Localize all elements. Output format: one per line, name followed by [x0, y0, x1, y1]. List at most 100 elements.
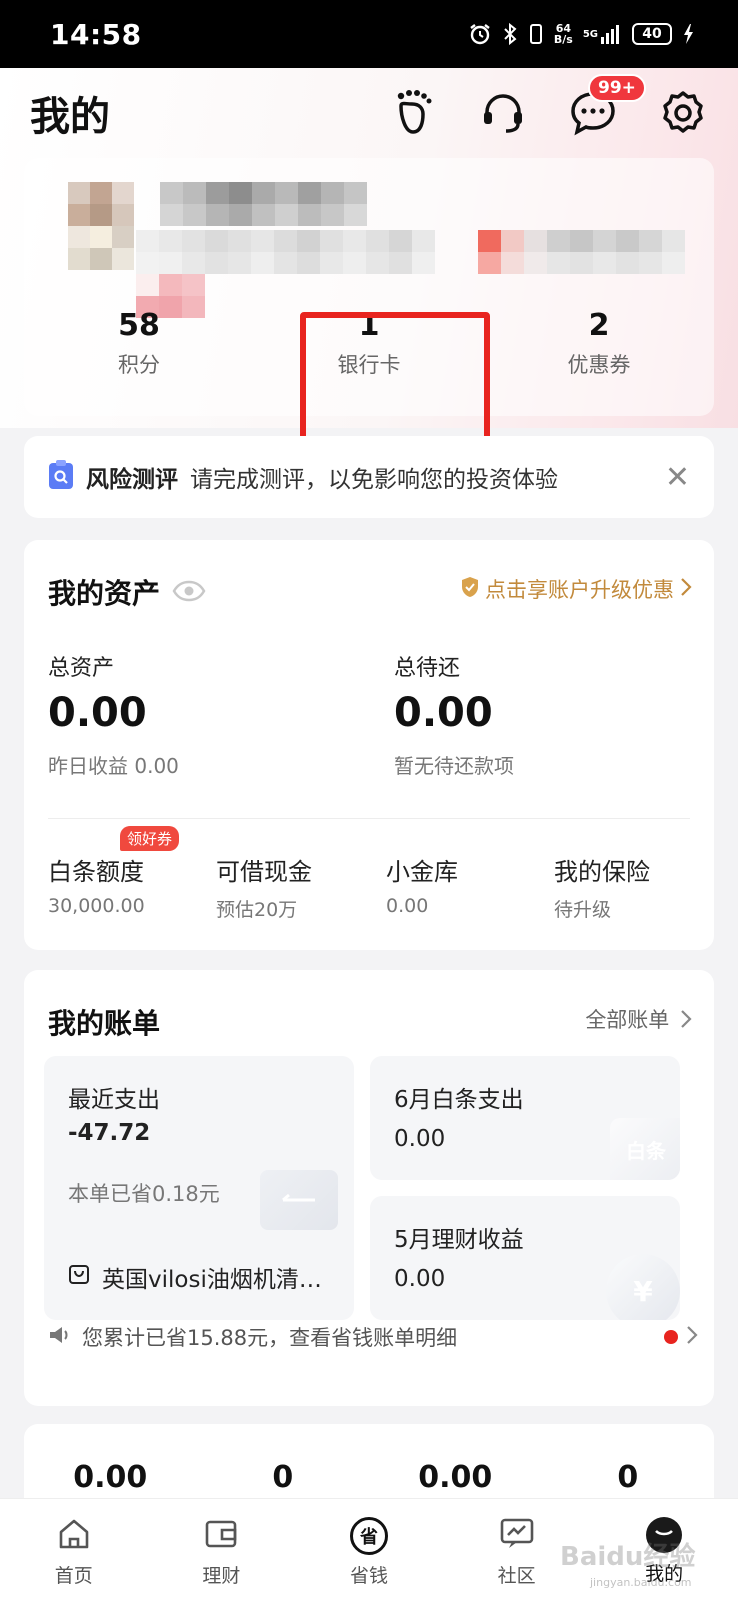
baitiao-watermark: 白条	[610, 1118, 680, 1180]
recent-expense-label: 最近支出	[68, 1087, 160, 1113]
signal-icon: 5G	[583, 23, 622, 45]
my-bills-card: 我的账单 全部账单 最近支出 -47.72 本单已省0.18元 英国vilosi…	[24, 970, 714, 1406]
savings-summary-row[interactable]: 您累计已省15.88元，查看省钱账单明细	[48, 1322, 698, 1352]
points-label: 积分	[118, 353, 160, 377]
nav-finance[interactable]: 理财	[148, 1499, 296, 1600]
coupon-stat[interactable]: 2 优惠券	[484, 308, 714, 379]
annotation-highlight-box	[300, 312, 490, 446]
upgrade-offer-link[interactable]: 点击享账户升级优惠	[461, 574, 692, 604]
summary-value[interactable]: 0	[542, 1460, 715, 1495]
quick-sub: 30,000.00	[48, 895, 145, 917]
save-money-icon: 省	[349, 1517, 388, 1555]
customer-service-icon[interactable]	[478, 88, 528, 138]
quick-label: 小金库	[386, 858, 458, 886]
footprint-icon[interactable]	[388, 88, 438, 138]
eye-icon[interactable]	[172, 576, 206, 609]
recent-saved: 本单已省0.18元	[68, 1182, 220, 1206]
net-speed-unit: B/s	[553, 33, 573, 46]
nav-label: 首页	[54, 1565, 93, 1587]
due-note: 暂无待还款项	[394, 754, 514, 778]
savings-summary-text: 您累计已省15.88元，查看省钱账单明细	[82, 1326, 458, 1350]
bills-title: 我的账单	[48, 1007, 161, 1040]
my-insurance[interactable]: 我的保险 待升级	[554, 852, 650, 922]
risk-assessment-banner[interactable]: 风险测评 请完成测评，以免影响您的投资体验 ✕	[24, 436, 714, 518]
quick-sub: 预估20万	[216, 899, 298, 921]
baitiao-credit[interactable]: 白条额度 30,000.00	[48, 852, 145, 917]
charging-icon	[682, 23, 694, 45]
shopping-bag-icon	[68, 1263, 90, 1291]
community-icon	[499, 1517, 535, 1555]
total-assets-label: 总资产	[48, 656, 115, 681]
home-icon	[57, 1517, 91, 1555]
chevron-right-icon	[686, 1325, 698, 1350]
assets-title: 我的资产	[48, 577, 161, 610]
nav-home[interactable]: 首页	[0, 1499, 148, 1600]
quick-label: 白条额度	[48, 858, 144, 886]
coupon-label: 优惠券	[567, 353, 631, 377]
member-badge-blurred	[478, 230, 685, 274]
signal-label: 5G	[582, 28, 598, 40]
borrow-cash[interactable]: 可借现金 预估20万	[216, 852, 312, 922]
coupon-tag[interactable]: 领好券	[120, 826, 180, 851]
status-icons: 64 B/s 5G 40	[468, 22, 694, 46]
total-due-value: 0.00	[394, 690, 493, 736]
my-assets-card: 我的资产 点击享账户升级优惠 总资产 0.00 昨日收益 0.00 总待还 0.…	[24, 540, 714, 950]
total-assets-value: 0.00	[48, 690, 147, 736]
all-bills-text: 全部账单	[585, 1008, 670, 1032]
june-baitiao-box[interactable]: 6月白条支出 0.00 白条	[370, 1056, 680, 1180]
network-speed: 64 B/s	[554, 23, 573, 45]
recent-expense-value: -47.72	[68, 1120, 151, 1146]
alarm-icon	[468, 22, 492, 46]
quick-label: 我的保险	[554, 858, 650, 886]
points-stat[interactable]: 58 积分	[24, 308, 254, 379]
yuan-coin-icon: ¥	[606, 1254, 680, 1320]
recent-order-name: 英国vilosi油烟机清…	[102, 1267, 322, 1293]
summary-value[interactable]: 0.00	[369, 1460, 542, 1495]
recent-expense-box[interactable]: 最近支出 -47.72 本单已省0.18元 英国vilosi油烟机清…	[44, 1056, 354, 1320]
summary-value[interactable]: 0.00	[24, 1460, 197, 1495]
message-badge: 99+	[588, 74, 646, 102]
message-icon[interactable]: 99+	[568, 74, 646, 138]
upgrade-offer-text: 点击享账户升级优惠	[485, 578, 674, 602]
close-icon[interactable]: ✕	[665, 460, 690, 495]
quick-sub: 0.00	[386, 895, 429, 917]
summary-value[interactable]: 0	[197, 1460, 370, 1495]
coupon-value: 2	[588, 308, 610, 343]
header-actions: 99+	[388, 74, 708, 138]
wallet-icon	[204, 1517, 238, 1555]
chevron-right-icon	[676, 1008, 692, 1032]
bills-title-row: 我的账单	[48, 1002, 160, 1042]
small-vault[interactable]: 小金库 0.00	[386, 852, 458, 917]
all-bills-link[interactable]: 全部账单	[585, 1004, 692, 1034]
status-bar: 14:58 64 B/s 5G 40	[0, 0, 738, 68]
may-finance-box[interactable]: 5月理财收益 0.00 ¥	[370, 1196, 680, 1320]
risk-title: 风险测评	[86, 467, 178, 493]
chevron-right-icon	[680, 577, 692, 602]
page-title: 我的	[30, 94, 110, 140]
yesterday-income: 昨日收益 0.00	[48, 754, 179, 778]
arrow-left-icon	[260, 1170, 338, 1230]
username-blurred	[160, 182, 367, 226]
summary-values: 0.00 0 0.00 0	[24, 1460, 714, 1495]
recent-order-item: 英国vilosi油烟机清…	[68, 1260, 322, 1294]
speaker-icon	[48, 1324, 72, 1351]
assets-title-row: 我的资产	[48, 572, 206, 612]
points-value: 58	[118, 308, 160, 343]
june-baitiao-label: 6月白条支出	[394, 1087, 524, 1113]
risk-assessment-icon	[48, 460, 74, 494]
total-due[interactable]: 总待还 0.00 暂无待还款项	[394, 650, 514, 779]
june-baitiao-value: 0.00	[394, 1126, 446, 1152]
status-time: 14:58	[50, 17, 142, 51]
risk-message: 请完成测评，以免影响您的投资体验	[190, 467, 558, 493]
battery-indicator: 40	[632, 23, 672, 45]
quick-sub: 待升级	[554, 899, 612, 921]
baidu-watermark: Baidu经验	[560, 1542, 696, 1572]
user-subtitle-blurred	[136, 230, 435, 274]
may-finance-label: 5月理财收益	[394, 1227, 524, 1253]
settings-gear-icon[interactable]	[658, 88, 708, 138]
nav-save-money[interactable]: 省 省钱	[295, 1499, 443, 1600]
bluetooth-icon	[502, 22, 518, 46]
total-assets[interactable]: 总资产 0.00 昨日收益 0.00	[48, 650, 179, 779]
avatar-blurred	[68, 182, 134, 270]
total-due-label: 总待还	[394, 656, 461, 681]
